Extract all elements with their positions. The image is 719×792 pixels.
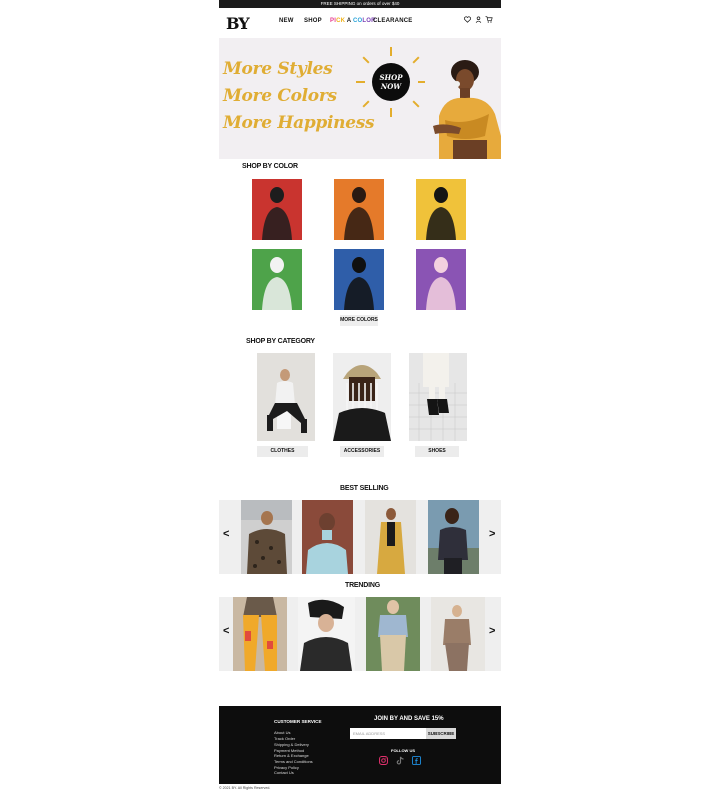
product-card[interactable] [298, 597, 355, 671]
product-card[interactable] [365, 500, 416, 574]
footer: CUSTOMER SERVICE About Us Track Order Sh… [219, 706, 501, 784]
product-card[interactable] [366, 597, 420, 671]
carousel-prev-button[interactable]: < [223, 528, 229, 540]
customer-service-title: CUSTOMER SERVICE [274, 719, 322, 724]
carousel-prev-button[interactable]: < [223, 625, 229, 637]
category-clothes-photo[interactable] [257, 353, 315, 441]
footer-link-return[interactable]: Return & Exchange [274, 753, 309, 758]
promo-bar: FREE SHIPPING on orders of over $40 [219, 0, 501, 8]
tiktok-icon[interactable] [396, 756, 405, 765]
carousel-next-button[interactable]: > [489, 528, 495, 540]
nav-link-new[interactable]: NEW [279, 18, 294, 24]
facebook-icon[interactable] [412, 756, 421, 765]
trending-title: TRENDING [345, 582, 380, 589]
category-shoes-photo[interactable] [409, 353, 467, 441]
best-selling-carousel: < > [219, 500, 501, 574]
product-card[interactable] [241, 500, 292, 574]
shop-by-color-title: SHOP BY COLOR [242, 163, 298, 170]
copyright-text: © 2021 BY. All Rights Reserved. [219, 786, 271, 790]
brand-logo[interactable]: BY [226, 14, 250, 33]
product-card[interactable] [431, 597, 485, 671]
trending-carousel: < > [219, 597, 501, 671]
product-card[interactable] [302, 500, 353, 574]
follow-title: FOLLOW US [391, 748, 415, 753]
category-shoes-button[interactable]: SHOES [415, 446, 459, 457]
color-swatch-photo[interactable] [416, 179, 466, 240]
subscribe-button[interactable]: SUBSCRIBE [426, 728, 456, 739]
cart-icon[interactable] [485, 16, 493, 23]
nav-link-shop[interactable]: SHOP [304, 18, 322, 24]
color-swatch-photo[interactable] [416, 249, 466, 310]
color-swatch-photo[interactable] [252, 179, 302, 240]
hero-line: More Happiness [223, 113, 375, 133]
join-title: JOIN BY AND SAVE 15% [374, 716, 444, 722]
instagram-icon[interactable] [379, 756, 388, 765]
shop-now-label: SHOP NOW [379, 73, 403, 91]
footer-link-about[interactable]: About Us [274, 730, 290, 735]
email-input[interactable]: EMAIL ADDRESS [350, 728, 426, 739]
category-clothes-button[interactable]: CLOTHES [257, 446, 308, 457]
category-accessories-button[interactable]: ACCESSORIES [340, 446, 384, 457]
nav-link-clearance[interactable]: CLEARANCE [373, 18, 412, 24]
footer-link-shipping[interactable]: Shipping & Delivery [274, 742, 309, 747]
hero-banner[interactable]: More Styles More Colors More Happiness S… [219, 38, 501, 159]
user-icon[interactable] [475, 16, 482, 23]
footer-link-contact[interactable]: Contact Us [274, 770, 294, 775]
nav-link-pick-a-color[interactable]: PICK A COLOR [330, 18, 376, 24]
best-selling-title: BEST SELLING [340, 485, 389, 492]
product-card[interactable] [428, 500, 479, 574]
footer-link-terms[interactable]: Terms and Conditions [274, 759, 313, 764]
category-accessories-photo[interactable] [333, 353, 391, 441]
shop-by-category-title: SHOP BY CATEGORY [246, 338, 315, 345]
heart-icon[interactable] [464, 16, 471, 23]
hero-line: More Styles [223, 59, 333, 79]
shop-now-button[interactable]: SHOP NOW [372, 63, 410, 101]
color-swatch-photo[interactable] [334, 179, 384, 240]
more-colors-button[interactable]: MORE COLORS [340, 315, 378, 326]
carousel-next-button[interactable]: > [489, 625, 495, 637]
page: FREE SHIPPING on orders of over $40 BY N… [219, 0, 501, 792]
hero-model-photo [425, 56, 501, 159]
header-nav: BY NEW SHOP PICK A COLOR CLEARANCE [219, 8, 501, 38]
hero-line: More Colors [223, 86, 337, 106]
footer-link-track-order[interactable]: Track Order [274, 736, 295, 741]
color-swatch-photo[interactable] [334, 249, 384, 310]
color-swatch-photo[interactable] [252, 249, 302, 310]
product-card[interactable] [233, 597, 287, 671]
